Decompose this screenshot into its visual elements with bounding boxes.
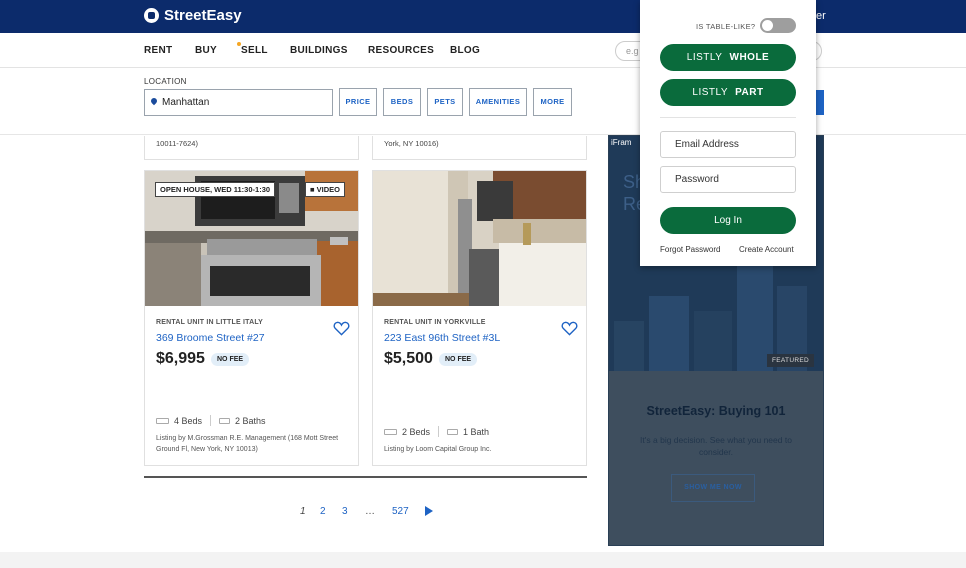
nav-buy[interactable]: BUY — [195, 45, 217, 56]
iframe-label: iFram — [611, 138, 632, 147]
nav-sell-label: SELL — [241, 45, 268, 56]
video-badge: ■ VIDEO — [305, 182, 345, 197]
save-heart-icon[interactable] — [561, 321, 578, 336]
location-value: Manhattan — [162, 97, 210, 108]
table-like-label: IS TABLE-LIKE? — [696, 22, 756, 31]
listing-type: RENTAL UNIT IN LITTLE ITALY — [156, 319, 264, 326]
location-pin-icon — [149, 96, 159, 106]
ad-subtitle: It's a big decision. See what you need t… — [640, 435, 792, 457]
open-house-badge: OPEN HOUSE, WED 11:30-1:30 — [155, 182, 276, 197]
nav-rent[interactable]: RENT — [144, 45, 172, 56]
search-button-partial[interactable] — [816, 90, 824, 115]
listly-part-prefix: LISTLY — [692, 87, 728, 98]
listing-price: $5,500 — [384, 350, 433, 367]
bed-icon — [384, 428, 397, 435]
top-bar: StreetEasy er — [0, 0, 966, 33]
listing-price: $6,995 — [156, 350, 205, 367]
listing-photo[interactable]: OPEN HOUSE, WED 11:30-1:30 ■ VIDEO — [145, 171, 358, 306]
bath-icon — [219, 417, 231, 424]
create-account-link[interactable]: Create Account — [739, 245, 794, 254]
page-1-current: 1 — [300, 506, 306, 517]
listing-by: Listing by Loom Capital Group Inc. — [384, 446, 492, 453]
pagination-ellipsis: … — [365, 506, 375, 517]
more-filter-button[interactable]: MORE — [533, 88, 572, 116]
previous-card-address-tail: York, NY 10016) — [384, 139, 439, 148]
beds-count: 2 Beds — [402, 426, 431, 437]
ad-title: StreetEasy: Buying 101 — [646, 404, 786, 418]
results-divider — [144, 476, 587, 478]
bath-icon — [447, 428, 459, 435]
main-nav: RENT BUY SELL BUILDINGS RESOURCES BLOG e… — [0, 33, 966, 68]
toggle-knob — [762, 20, 773, 31]
beds-filter-button[interactable]: BEDS — [383, 88, 421, 116]
listly-whole-strong: WHOLE — [729, 52, 770, 63]
listing-type: RENTAL UNIT IN YORKVILLE — [384, 319, 486, 326]
password-field[interactable]: Password — [660, 166, 796, 193]
beds-baths-row: 2 Beds 1 Bath — [384, 426, 489, 437]
save-heart-icon[interactable] — [333, 321, 350, 336]
listing-card[interactable]: OPEN HOUSE, WED 11:30-1:30 ■ VIDEO RENTA… — [144, 170, 359, 466]
listing-card[interactable]: RENTAL UNIT IN YORKVILLE 223 East 96th S… — [372, 170, 587, 466]
previous-card-address-tail: 10011-7624) — [156, 139, 198, 148]
previous-card-bottom[interactable]: 10011-7624) — [144, 136, 359, 160]
featured-badge: FEATURED — [767, 354, 814, 367]
beds-count: 4 Beds — [174, 415, 203, 426]
baths-count: 1 Bath — [463, 426, 490, 437]
footer-band — [0, 552, 966, 568]
baths-count: 2 Baths — [235, 415, 266, 426]
listly-whole-button[interactable]: LISTLY WHOLE — [660, 44, 796, 71]
nav-resources[interactable]: RESOURCES — [368, 45, 434, 56]
page-2-link[interactable]: 2 — [320, 506, 326, 517]
listly-part-button[interactable]: LISTLY PART — [660, 79, 796, 106]
listing-address-link[interactable]: 369 Broome Street #27 — [156, 332, 265, 344]
logo-icon — [144, 8, 159, 23]
listly-part-strong: PART — [735, 87, 764, 98]
panel-divider — [660, 117, 796, 118]
bed-icon — [156, 417, 169, 424]
kitchen-photo-2 — [373, 171, 586, 306]
listing-address-link[interactable]: 223 East 96th Street #3L — [384, 332, 500, 344]
account-link-partial[interactable]: er — [816, 10, 826, 22]
show-me-now-button[interactable]: SHOW ME NOW — [671, 474, 755, 502]
nav-sell[interactable]: SELL — [237, 42, 268, 56]
table-like-toggle[interactable] — [760, 18, 796, 33]
location-input[interactable]: Manhattan — [144, 89, 333, 116]
location-label: LOCATION — [144, 77, 187, 86]
nav-buildings[interactable]: BUILDINGS — [290, 45, 348, 56]
pets-filter-button[interactable]: PETS — [427, 88, 463, 116]
video-camera-icon: ■ — [310, 185, 317, 194]
no-fee-badge: NO FEE — [439, 353, 478, 366]
divider — [210, 415, 212, 426]
streeteasy-logo[interactable]: StreetEasy — [144, 7, 242, 24]
brand-name: StreetEasy — [164, 7, 242, 24]
new-indicator-dot — [237, 42, 241, 46]
listing-photo[interactable] — [373, 171, 586, 306]
next-page-arrow-icon[interactable] — [425, 506, 433, 516]
amenities-filter-button[interactable]: AMENITIES — [469, 88, 527, 116]
divider — [438, 426, 440, 437]
video-badge-label: VIDEO — [316, 185, 340, 194]
no-fee-badge: NO FEE — [211, 353, 250, 366]
page-527-link[interactable]: 527 — [392, 506, 409, 517]
page-3-link[interactable]: 3 — [342, 506, 348, 517]
nav-blog[interactable]: BLOG — [450, 45, 480, 56]
forgot-password-link[interactable]: Forgot Password — [660, 245, 720, 254]
price-filter-button[interactable]: PRICE — [339, 88, 377, 116]
listing-by: Listing by M.Grossman R.E. Management (1… — [156, 435, 339, 453]
filter-bar: LOCATION Manhattan PRICE BEDS PETS AMENI… — [0, 69, 966, 135]
email-field[interactable]: Email Address — [660, 131, 796, 158]
listly-whole-prefix: LISTLY — [686, 52, 723, 63]
beds-baths-row: 4 Beds 2 Baths — [156, 415, 266, 426]
previous-card-bottom[interactable]: York, NY 10016) — [372, 136, 587, 160]
listly-panel: IS TABLE-LIKE? LISTLY WHOLE LISTLY PART … — [640, 0, 816, 266]
login-button[interactable]: Log In — [660, 207, 796, 234]
